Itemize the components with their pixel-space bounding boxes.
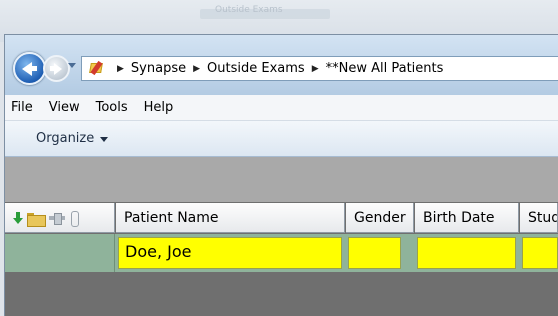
column-header-birth-date[interactable]: Birth Date [415, 203, 519, 233]
menu-bar: File View Tools Help [5, 95, 558, 121]
cell-study[interactable] [522, 237, 558, 269]
recent-pages-dropdown-icon[interactable] [68, 63, 76, 68]
back-arrow-tail-icon [29, 66, 37, 71]
synapse-app-icon [88, 60, 106, 78]
table-row[interactable]: Doe, Joe [5, 234, 558, 272]
organize-button[interactable]: Organize [36, 131, 109, 146]
connector-icon[interactable] [49, 211, 65, 225]
patient-grid: Patient Name Gender Birth Date Study Doe… [5, 202, 558, 316]
forward-arrow-tail-icon [50, 66, 57, 71]
column-header-gender[interactable]: Gender [346, 203, 414, 233]
breadcrumb-separator-icon[interactable]: ▶ [312, 64, 319, 74]
breadcrumb-outside-exams[interactable]: Outside Exams [207, 61, 305, 76]
attachment-icon[interactable] [69, 210, 79, 227]
breadcrumb-synapse[interactable]: Synapse [131, 61, 186, 76]
command-bar: Organize [5, 121, 558, 157]
forward-button[interactable] [43, 55, 70, 82]
window-title: Outside Exams [215, 5, 283, 15]
cell-patient-name[interactable]: Doe, Joe [118, 237, 342, 269]
chevron-down-icon [100, 136, 109, 142]
toolbar-band [5, 157, 558, 202]
menu-view[interactable]: View [41, 100, 88, 115]
row-icon-cell[interactable] [5, 234, 115, 272]
back-button[interactable] [13, 52, 46, 85]
column-header-study[interactable]: Study [520, 203, 558, 233]
explorer-window: ▶ Synapse ▶ Outside Exams ▶ **New All Pa… [4, 34, 558, 316]
breadcrumb-new-all-patients[interactable]: **New All Patients [326, 61, 444, 76]
menu-tools[interactable]: Tools [88, 100, 136, 115]
address-bar[interactable]: ▶ Synapse ▶ Outside Exams ▶ **New All Pa… [81, 56, 558, 81]
navigation-bar: ▶ Synapse ▶ Outside Exams ▶ **New All Pa… [5, 35, 558, 95]
menu-file[interactable]: File [5, 100, 41, 115]
folder-icon[interactable] [27, 211, 46, 227]
cell-birth-date[interactable] [417, 237, 516, 269]
organize-label: Organize [36, 131, 95, 146]
grid-icon-header [5, 203, 115, 233]
breadcrumb-separator-icon[interactable]: ▶ [117, 64, 124, 74]
download-arrow-icon[interactable] [13, 211, 23, 225]
breadcrumb-separator-icon[interactable]: ▶ [193, 64, 200, 74]
column-header-patient-name[interactable]: Patient Name [116, 203, 345, 233]
menu-help[interactable]: Help [136, 100, 182, 115]
cell-gender[interactable] [348, 237, 401, 269]
